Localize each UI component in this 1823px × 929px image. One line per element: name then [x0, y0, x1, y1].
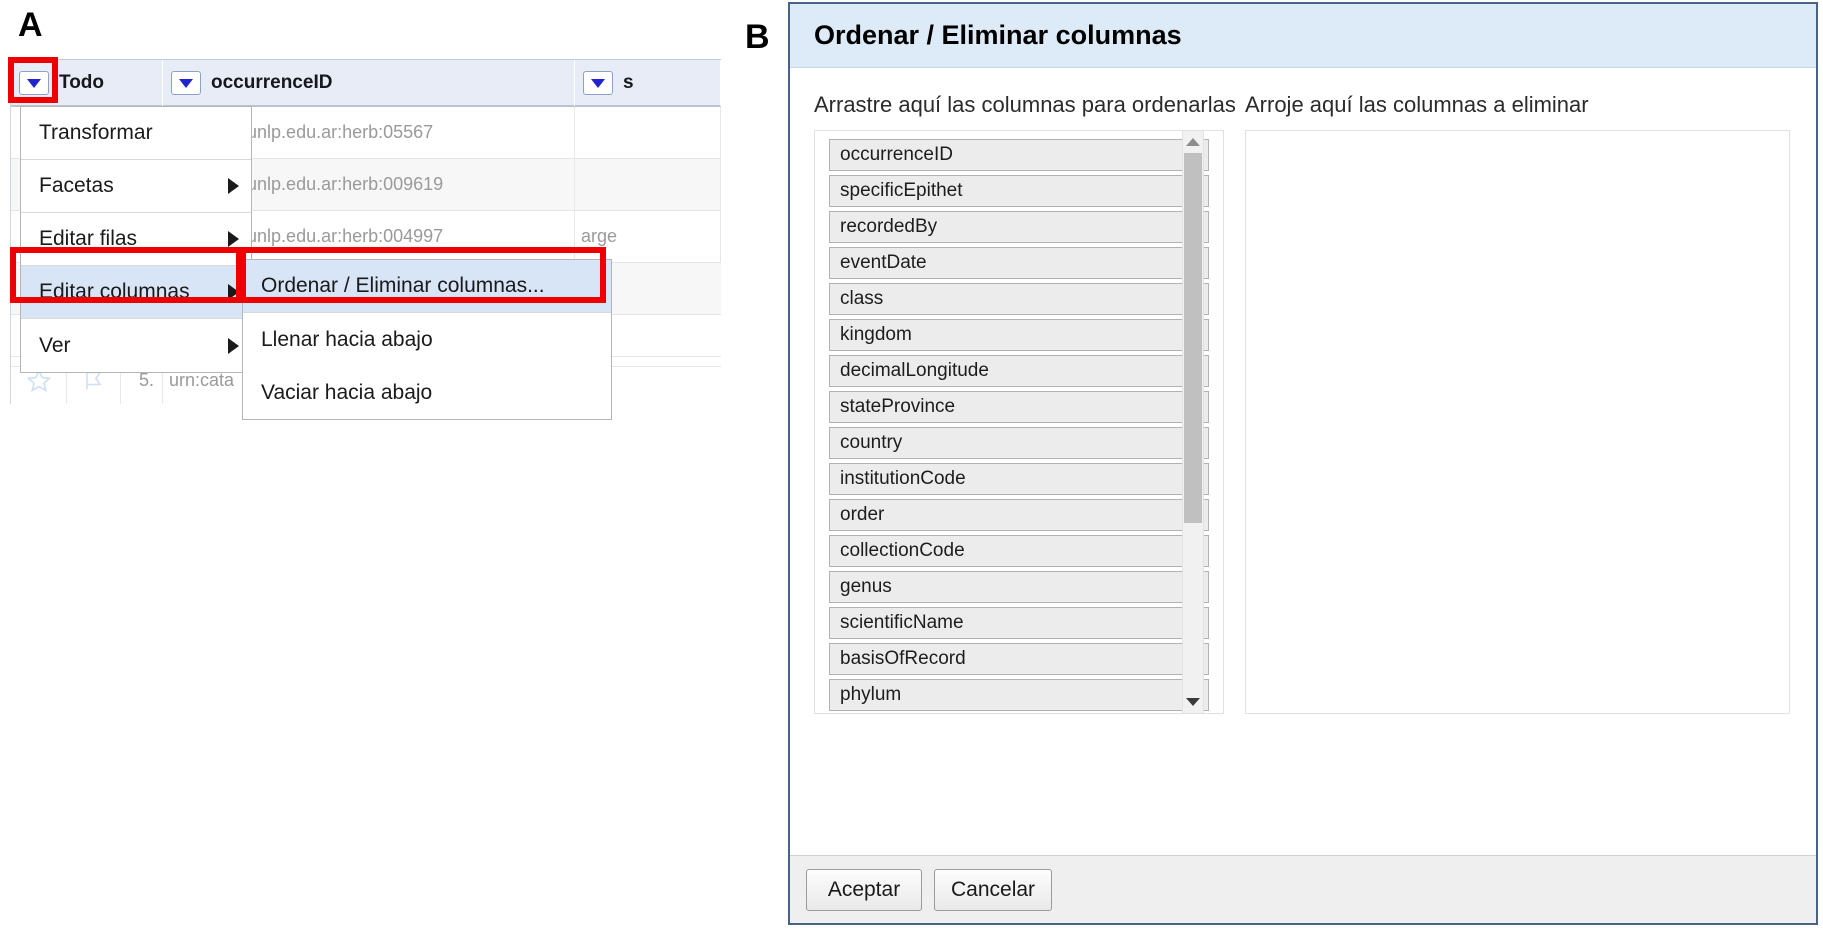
column-chip[interactable]: institutionCode — [829, 463, 1209, 495]
column-header-label: s — [623, 72, 634, 93]
menu-item-facetas[interactable]: Facetas — [21, 160, 251, 213]
column-chip[interactable]: genus — [829, 571, 1209, 603]
table-header-row: Todo occurrenceID s — [11, 59, 721, 107]
column-chip[interactable]: specificEpithet — [829, 175, 1209, 207]
menu-item-ver[interactable]: Ver — [21, 319, 251, 372]
accept-button[interactable]: Aceptar — [806, 868, 922, 911]
submenu-arrow-icon — [228, 337, 239, 354]
chevron-down-icon[interactable] — [583, 71, 613, 95]
column-header-label: Todo — [59, 72, 105, 93]
column-chip[interactable]: eventDate — [829, 247, 1209, 279]
column-chip[interactable]: kingdom — [829, 319, 1209, 351]
submenu-item-label: Vaciar hacia abajo — [261, 380, 433, 404]
submenu-item-vaciar-hacia-abajo[interactable]: Vaciar hacia abajo — [243, 366, 611, 419]
menu-item-label: Transformar — [39, 121, 153, 144]
column-chip[interactable]: phylum — [829, 679, 1209, 711]
column-chip[interactable]: stateProvince — [829, 391, 1209, 423]
column-header-occurrenceid[interactable]: occurrenceID — [163, 60, 575, 106]
submenu-item-label: Ordenar / Eliminar columnas... — [261, 274, 545, 297]
column-chip[interactable]: basisOfRecord — [829, 643, 1209, 675]
chevron-down-icon[interactable] — [171, 71, 201, 95]
column-header-label: occurrenceID — [211, 72, 333, 93]
dialog-footer: Aceptar Cancelar — [790, 855, 1816, 923]
menu-item-label: Facetas — [39, 174, 114, 197]
submenu-arrow-icon — [228, 178, 239, 194]
sortable-columns-list[interactable]: occurrenceID specificEpithet recordedBy eve… — [814, 130, 1224, 714]
scrollbar-thumb[interactable] — [1184, 153, 1202, 523]
column-chip[interactable]: order — [829, 499, 1209, 531]
cell-specificepithet — [575, 159, 721, 210]
column-header-todo[interactable]: Todo — [11, 60, 163, 106]
submenu-arrow-icon — [228, 231, 239, 247]
scrollbar[interactable] — [1182, 130, 1204, 714]
dialog-title: Ordenar / Eliminar columnas — [814, 20, 1182, 50]
menu-item-label: Editar columnas — [39, 280, 190, 303]
sortable-columns-container[interactable]: occurrenceID specificEpithet recordedBy eve… — [815, 131, 1223, 713]
triangle-up-icon[interactable] — [1183, 133, 1203, 151]
menu-item-label: Editar filas — [39, 227, 138, 250]
panel-label-b: B — [745, 18, 770, 56]
sort-zone-caption: Arrastre aquí las columnas para ordenarl… — [814, 92, 1236, 117]
drop-zone-caption: Arroje aquí las columnas a eliminar — [1245, 92, 1589, 117]
cell-specificepithet — [575, 107, 721, 158]
cancel-button[interactable]: Cancelar — [934, 868, 1053, 911]
submenu-item-ordenar-eliminar-columnas[interactable]: Ordenar / Eliminar columnas... — [243, 260, 611, 313]
submenu-item-llenar-hacia-abajo[interactable]: Llenar hacia abajo — [243, 313, 611, 366]
column-chip[interactable]: decimalLongitude — [829, 355, 1209, 387]
chevron-down-icon[interactable] — [19, 71, 49, 95]
triangle-down-icon[interactable] — [1183, 693, 1203, 711]
column-context-menu[interactable]: Transformar Facetas Editar filas Editar … — [20, 106, 252, 373]
dialog-title-bar: Ordenar / Eliminar columnas — [790, 4, 1816, 68]
column-chip[interactable]: scientificName — [829, 607, 1209, 639]
dialog-body: Arrastre aquí las columnas para ordenarl… — [790, 68, 1816, 855]
editar-columnas-submenu[interactable]: Ordenar / Eliminar columnas... Llenar ha… — [242, 259, 612, 420]
submenu-arrow-icon — [228, 284, 239, 300]
menu-item-label: Ver — [39, 333, 71, 357]
column-chip[interactable]: occurrenceID — [829, 139, 1209, 171]
menu-item-editar-filas[interactable]: Editar filas — [21, 213, 251, 266]
column-chip[interactable]: class — [829, 283, 1209, 315]
column-chip[interactable]: recordedBy — [829, 211, 1209, 243]
column-chip[interactable]: collectionCode — [829, 535, 1209, 567]
ordenar-eliminar-columnas-dialog: Ordenar / Eliminar columnas Arrastre aqu… — [788, 2, 1818, 925]
column-header-specificepithet[interactable]: s — [575, 60, 721, 106]
cell-specificepithet: arge — [575, 211, 721, 262]
column-chip[interactable]: country — [829, 427, 1209, 459]
panel-a-spreadsheet: og:fcnym.unlp.edu.ar:herb:05567 og:fcnym… — [10, 59, 721, 420]
menu-item-transformar[interactable]: Transformar — [21, 107, 251, 160]
submenu-item-label: Llenar hacia abajo — [261, 327, 433, 351]
remove-columns-dropzone[interactable] — [1245, 130, 1790, 714]
menu-item-editar-columnas[interactable]: Editar columnas — [21, 266, 251, 319]
panel-label-a: A — [18, 6, 43, 44]
